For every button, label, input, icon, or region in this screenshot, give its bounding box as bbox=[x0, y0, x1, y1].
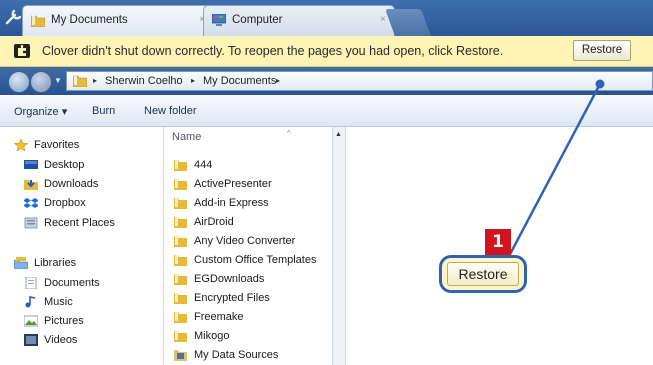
wrench-icon[interactable] bbox=[4, 7, 24, 27]
nav-label: Documents bbox=[44, 277, 100, 289]
desktop-icon bbox=[24, 160, 38, 169]
callout-restore-button: Restore bbox=[447, 262, 519, 286]
nav-label: Favorites bbox=[34, 139, 80, 151]
star-icon bbox=[14, 139, 28, 151]
folder-icon bbox=[73, 75, 87, 87]
file-name: Custom Office Templates bbox=[194, 254, 317, 266]
column-header-name[interactable]: Name bbox=[172, 131, 201, 143]
step-number-badge: 1 bbox=[485, 229, 511, 255]
breadcrumb-separator: ▸ bbox=[191, 76, 196, 85]
file-name: My Data Sources bbox=[194, 349, 279, 361]
back-button[interactable] bbox=[8, 71, 30, 93]
tab-label: Computer bbox=[232, 14, 283, 26]
breadcrumb-sherwin-coelho[interactable]: Sherwin Coelho bbox=[105, 75, 183, 87]
folder-icon bbox=[174, 331, 187, 342]
downloads-icon bbox=[24, 180, 38, 190]
nav-label: Videos bbox=[44, 334, 78, 346]
scroll-up-icon[interactable]: ▲ bbox=[335, 131, 342, 138]
dropbox-icon bbox=[24, 198, 38, 208]
puzzle-icon bbox=[14, 44, 30, 58]
crash-restore-infobar: Clover didn't shut down correctly. To re… bbox=[0, 36, 653, 67]
folder-icon bbox=[174, 160, 187, 171]
file-name: Mikogo bbox=[194, 330, 230, 342]
folder-icon bbox=[174, 274, 187, 285]
new-folder-button[interactable]: New folder bbox=[144, 105, 197, 117]
nav-label: Downloads bbox=[44, 178, 99, 190]
pictures-icon bbox=[24, 315, 38, 327]
folder-icon bbox=[174, 236, 187, 247]
folder-icon bbox=[174, 217, 187, 228]
recent-places-icon bbox=[24, 217, 38, 229]
tab-close-icon[interactable]: × bbox=[380, 14, 386, 25]
nav-label: Desktop bbox=[44, 159, 85, 171]
browser-tab-strip: My Documents × Computer × bbox=[0, 0, 653, 36]
file-name: Any Video Converter bbox=[194, 235, 296, 247]
file-name: Add-in Express bbox=[194, 197, 269, 209]
file-name: Freemake bbox=[194, 311, 244, 323]
nav-label: Music bbox=[44, 296, 73, 308]
folder-icon bbox=[174, 198, 187, 209]
tab-computer[interactable]: Computer × bbox=[203, 5, 395, 36]
restore-button[interactable]: Restore bbox=[573, 40, 631, 61]
file-name: 444 bbox=[194, 159, 213, 171]
folder-icon bbox=[174, 312, 187, 323]
breadcrumb-separator: ▸ bbox=[276, 76, 281, 85]
folder-icon bbox=[174, 255, 187, 266]
infobar-message: Clover didn't shut down correctly. To re… bbox=[42, 44, 504, 58]
vertical-scrollbar[interactable] bbox=[332, 127, 346, 365]
explorer-toolbar: Organize ▾ Burn New folder bbox=[0, 96, 653, 127]
music-icon bbox=[25, 296, 36, 308]
videos-icon bbox=[24, 334, 38, 346]
history-dropdown-icon[interactable]: ▼ bbox=[54, 76, 62, 85]
forward-button[interactable] bbox=[30, 71, 52, 93]
file-name: Encrypted Files bbox=[194, 292, 270, 304]
address-field[interactable]: ▸ Sherwin Coelho ▸ My Documents ▸ bbox=[66, 71, 653, 91]
data-sources-icon bbox=[174, 350, 187, 361]
libraries-icon bbox=[14, 257, 28, 269]
breadcrumb-my-documents[interactable]: My Documents bbox=[203, 75, 276, 87]
folder-icon bbox=[174, 293, 187, 304]
file-name: ActivePresenter bbox=[194, 178, 272, 190]
sort-arrow-icon: ^ bbox=[287, 129, 291, 138]
nav-label: Dropbox bbox=[44, 197, 86, 209]
nav-label: Recent Places bbox=[44, 217, 115, 229]
nav-label: Pictures bbox=[44, 315, 84, 327]
burn-button[interactable]: Burn bbox=[92, 105, 115, 117]
file-name: AirDroid bbox=[194, 216, 234, 228]
computer-icon bbox=[212, 14, 226, 26]
folder-icon bbox=[174, 179, 187, 190]
organize-button[interactable]: Organize ▾ bbox=[14, 105, 67, 118]
breadcrumb-separator: ▸ bbox=[93, 76, 98, 85]
file-name: EGDownloads bbox=[194, 273, 265, 285]
documents-icon bbox=[25, 277, 37, 289]
nav-label: Libraries bbox=[34, 257, 77, 269]
folder-icon bbox=[31, 15, 45, 27]
tab-my-documents[interactable]: My Documents × bbox=[22, 5, 214, 36]
explorer-address-bar: ▼ ▸ Sherwin Coelho ▸ My Documents ▸ bbox=[0, 67, 653, 95]
tab-label: My Documents bbox=[51, 14, 128, 26]
